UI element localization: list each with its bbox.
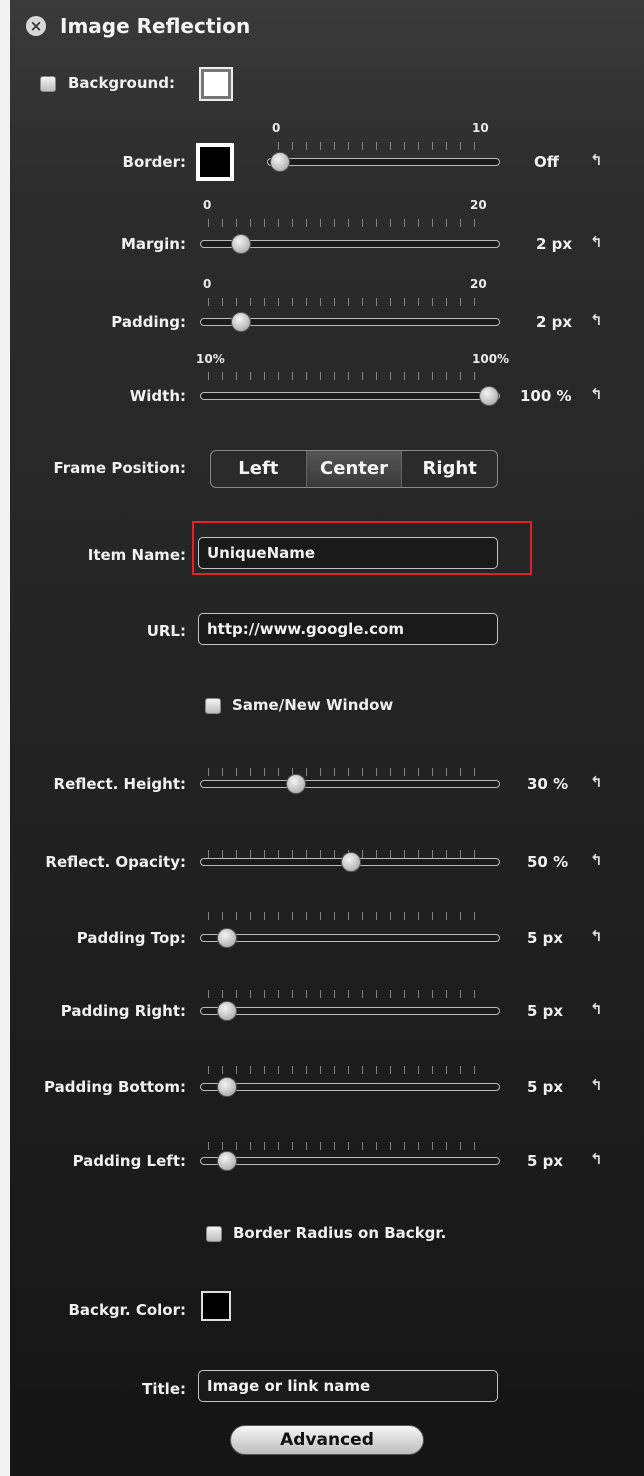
reset-arrow-icon[interactable]: ↰ [590, 1000, 603, 1018]
padding-right-slider-knob[interactable] [216, 1001, 237, 1021]
width-slider[interactable] [200, 386, 500, 406]
backgr-color-label: Backgr. Color: [68, 1301, 187, 1319]
reset-arrow-icon[interactable]: ↰ [590, 233, 603, 251]
reset-arrow-icon[interactable]: ↰ [590, 927, 603, 945]
padding-min-tick: 0 [203, 277, 212, 291]
frame-position-left[interactable]: Left [211, 451, 307, 487]
padding-left-slider-ticks [208, 1142, 488, 1150]
background-checkbox[interactable] [40, 76, 56, 92]
padding-top-slider[interactable] [200, 928, 500, 948]
reset-arrow-icon[interactable]: ↰ [590, 311, 603, 329]
border-slider-ticks [278, 142, 488, 150]
frame-position-label: Frame Position: [53, 459, 187, 477]
padding-label: Padding: [111, 313, 186, 331]
border-label: Border: [122, 153, 186, 171]
width-min-tick: 10% [196, 352, 225, 366]
reflect-height-slider-ticks [208, 768, 488, 776]
reflect-height-slider[interactable] [200, 774, 500, 794]
reflect-opacity-label: Reflect. Opacity: [45, 853, 186, 871]
margin-label: Margin: [120, 235, 186, 253]
padding-left-slider[interactable] [200, 1151, 500, 1171]
margin-slider-ticks [208, 219, 488, 227]
reset-arrow-icon[interactable]: ↰ [590, 385, 603, 403]
padding-bottom-slider-ticks [208, 1066, 488, 1074]
margin-slider-knob[interactable] [230, 234, 251, 254]
reflect-height-value: 30 % [527, 775, 569, 793]
reset-arrow-icon[interactable]: ↰ [590, 773, 603, 791]
same-new-window-label: Same/New Window [232, 696, 394, 714]
reflect-opacity-slider-knob[interactable] [341, 852, 361, 872]
reset-arrow-icon[interactable]: ↰ [590, 151, 603, 169]
padding-slider-knob[interactable] [230, 312, 251, 332]
border-radius-checkbox[interactable] [206, 1226, 222, 1242]
width-slider-knob[interactable] [479, 386, 499, 406]
frame-position-right[interactable]: Right [402, 451, 497, 487]
padding-right-label: Padding Right: [60, 1002, 186, 1020]
padding-right-value: 5 px [527, 1002, 564, 1020]
frame-position-segmented: Left Center Right [210, 450, 498, 488]
width-slider-ticks [208, 372, 488, 380]
padding-right-slider-ticks [208, 990, 488, 998]
reset-arrow-icon[interactable]: ↰ [590, 851, 603, 869]
border-max-tick: 10 [472, 121, 489, 135]
item-name-field[interactable]: UniqueName [198, 537, 498, 569]
close-icon[interactable]: × [26, 16, 46, 36]
margin-max-tick: 20 [470, 198, 487, 212]
border-min-tick: 0 [272, 121, 281, 135]
reflect-height-slider-knob[interactable] [285, 774, 306, 794]
border-radius-label: Border Radius on Backgr. [233, 1224, 447, 1242]
padding-bottom-slider[interactable] [200, 1077, 500, 1097]
advanced-button[interactable]: Advanced [230, 1425, 424, 1455]
padding-bottom-label: Padding Bottom: [44, 1078, 186, 1096]
padding-slider[interactable] [200, 312, 500, 332]
border-slider-knob[interactable] [270, 152, 290, 172]
border-value: Off [534, 153, 559, 171]
padding-left-slider-knob[interactable] [216, 1151, 237, 1171]
width-label: Width: [129, 387, 186, 405]
padding-slider-ticks [208, 298, 488, 306]
padding-left-value: 5 px [527, 1152, 564, 1170]
background-color-swatch[interactable] [199, 67, 233, 101]
width-max-tick: 100% [472, 352, 510, 366]
title-field[interactable]: Image or link name [198, 1370, 498, 1402]
padding-bottom-value: 5 px [527, 1078, 564, 1096]
width-value: 100 % [520, 387, 572, 405]
url-label: URL: [146, 622, 186, 640]
item-name-label: Item Name: [87, 546, 186, 564]
padding-value: 2 px [536, 313, 573, 331]
padding-top-value: 5 px [527, 929, 564, 947]
padding-left-label: Padding Left: [72, 1152, 186, 1170]
panel-title: Image Reflection [60, 14, 251, 38]
padding-bottom-slider-knob[interactable] [216, 1077, 237, 1097]
border-slider[interactable] [267, 152, 500, 172]
background-label: Background: [68, 74, 175, 92]
padding-max-tick: 20 [470, 277, 487, 291]
reflect-opacity-slider[interactable] [200, 852, 500, 872]
margin-min-tick: 0 [203, 198, 212, 212]
window-edge [0, 0, 10, 1476]
reset-arrow-icon[interactable]: ↰ [590, 1076, 603, 1094]
padding-top-slider-knob[interactable] [216, 928, 237, 948]
backgr-color-swatch[interactable] [201, 1291, 231, 1321]
reset-arrow-icon[interactable]: ↰ [590, 1150, 603, 1168]
url-field[interactable]: http://www.google.com [198, 613, 498, 645]
reflect-height-label: Reflect. Height: [53, 775, 186, 793]
reflect-opacity-value: 50 % [527, 853, 569, 871]
padding-top-slider-ticks [208, 912, 488, 920]
padding-top-label: Padding Top: [76, 929, 186, 947]
same-new-window-checkbox[interactable] [205, 698, 221, 714]
border-color-swatch[interactable] [196, 143, 234, 181]
padding-right-slider[interactable] [200, 1001, 500, 1021]
image-reflection-panel: × Image Reflection Background: Border: 0… [10, 0, 644, 1476]
margin-slider[interactable] [200, 234, 500, 254]
frame-position-center[interactable]: Center [306, 451, 403, 487]
margin-value: 2 px [536, 235, 573, 253]
title-label: Title: [142, 1380, 186, 1398]
